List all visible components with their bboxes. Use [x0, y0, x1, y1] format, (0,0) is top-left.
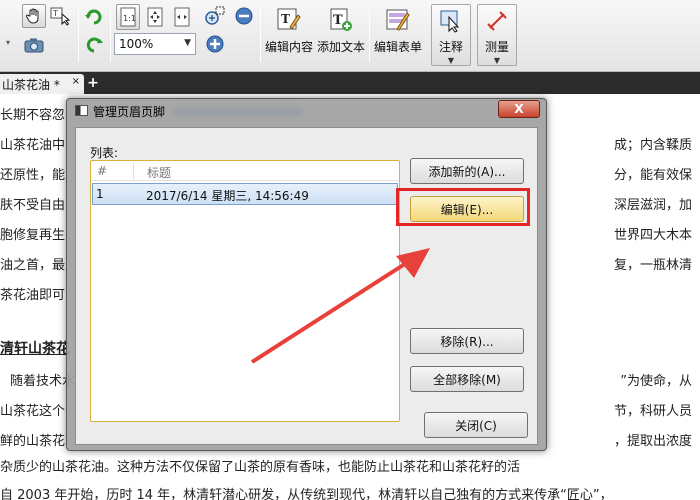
doc-text-line: 分，能有效保 — [613, 168, 692, 183]
add-text-button[interactable]: T 添加文本 — [316, 4, 366, 64]
zoom-out-button[interactable] — [232, 4, 256, 28]
marquee-zoom-button[interactable] — [202, 4, 228, 28]
annotate-button[interactable]: 注释 ▼ — [431, 4, 471, 66]
edit-form-label: 编辑表单 — [373, 40, 422, 54]
zoom-in-marquee-icon — [205, 6, 225, 25]
manage-header-footer-dialog: 管理页眉页脚 X 列表: # 标题 1 2017/6/14 星期三, 14:56… — [66, 98, 547, 451]
rotate-cw-icon — [85, 9, 102, 25]
edit-form-button[interactable]: 编辑表单 — [372, 4, 424, 64]
edit-content-label: 编辑内容 — [264, 40, 313, 54]
blurred-title-text — [173, 106, 304, 116]
doc-text-line: 杂质少的山茶花油。这种方法不仅保留了山茶的原有香味，也能防止山茶花和山茶花籽的活 — [0, 460, 521, 475]
doc-text-line: 成；内含鞣质 — [613, 138, 692, 153]
document-tab-bar: 山茶花油 * × + — [0, 72, 700, 94]
document-tab[interactable]: 山茶花油 * × — [0, 74, 84, 94]
add-new-button[interactable]: 添加新的(A)... — [410, 158, 524, 184]
new-tab-button[interactable]: + — [86, 75, 100, 91]
rotate-counterclockwise-button[interactable] — [82, 32, 106, 56]
actual-size-icon: 1:1 — [120, 7, 136, 27]
annotate-icon — [440, 10, 460, 33]
close-icon: X — [514, 102, 524, 116]
column-header-number[interactable]: # — [97, 164, 107, 178]
document-tab-title: 山茶花油 * — [2, 77, 60, 92]
select-text-button[interactable]: T — [48, 4, 74, 28]
doc-text-line: 自 2003 年开始，历时 14 年，林清轩潜心研发，从传统到现代，林清轩以自己… — [0, 488, 613, 500]
measure-icon — [487, 11, 507, 31]
svg-text:1:1: 1:1 — [123, 14, 136, 23]
list-item-title: 2017/6/14 星期三, 14:56:49 — [146, 189, 309, 203]
window-icon — [75, 105, 88, 116]
hand-icon — [25, 8, 39, 24]
zoom-in-button[interactable] — [203, 32, 227, 56]
doc-text-line: ”为使命，从 — [620, 374, 692, 389]
chevron-down-icon: ▼ — [447, 56, 455, 65]
dialog-titlebar[interactable]: 管理页眉页脚 — [67, 99, 546, 123]
zoom-level-value: 100% — [119, 37, 154, 51]
doc-text-line: 世界四大木本 — [613, 228, 692, 243]
edit-content-button[interactable]: T 编辑内容 — [264, 4, 314, 64]
list-label: 列表: — [90, 146, 119, 160]
header-footer-list[interactable]: # 标题 1 2017/6/14 星期三, 14:56:49 — [90, 160, 400, 422]
annotate-label: 注释 — [438, 40, 463, 54]
edit-content-icon: T — [277, 8, 301, 30]
rotate-clockwise-button[interactable] — [82, 4, 106, 28]
remove-button[interactable]: 移除(R)... — [410, 328, 524, 354]
fit-width-button[interactable] — [170, 4, 194, 30]
dialog-content: 列表: # 标题 1 2017/6/14 星期三, 14:56:49 添加新的(… — [75, 127, 538, 445]
snapshot-dropdown-arrow[interactable]: ▾ — [6, 38, 10, 47]
remove-all-button[interactable]: 全部移除(M) — [410, 366, 524, 392]
list-item-number: 1 — [96, 187, 104, 201]
close-button[interactable]: 关闭(C) — [424, 412, 528, 438]
measure-label: 测量 — [484, 40, 509, 54]
add-text-icon: T — [330, 8, 352, 31]
doc-text-line: 复，一瓶林清 — [613, 258, 692, 273]
fit-width-icon — [174, 7, 190, 27]
svg-text:T: T — [333, 13, 343, 28]
chevron-down-icon: ▼ — [184, 38, 191, 48]
snapshot-button[interactable] — [22, 34, 46, 56]
close-icon[interactable]: × — [72, 76, 80, 87]
list-item[interactable]: 1 2017/6/14 星期三, 14:56:49 — [92, 183, 398, 205]
dialog-close-button[interactable]: X — [498, 100, 540, 118]
zoom-out-icon — [235, 7, 253, 25]
add-text-label: 添加文本 — [316, 40, 365, 54]
dialog-title: 管理页眉页脚 — [93, 104, 166, 119]
measure-button[interactable]: 测量 ▼ — [477, 4, 517, 66]
svg-text:T: T — [52, 9, 58, 18]
zoom-level-select[interactable]: 100% ▼ — [114, 33, 196, 55]
main-toolbar: T ▾ 1:1 100% ▼ T 编辑内容 T 添加文本 编辑表单 注释 ▼ 测… — [0, 0, 700, 72]
chevron-down-icon: ▼ — [493, 56, 501, 65]
svg-text:T: T — [281, 12, 290, 26]
doc-text-line: ，提取出浓度 — [613, 434, 692, 449]
column-header-title[interactable]: 标题 — [147, 164, 171, 181]
edit-form-icon — [386, 9, 410, 31]
rotate-ccw-icon — [86, 37, 103, 53]
doc-text-line: 节，科研人员 — [613, 404, 692, 419]
fit-page-button[interactable] — [143, 4, 167, 30]
camera-icon — [24, 38, 44, 53]
doc-text-line: 深层滋润，加 — [613, 198, 692, 213]
zoom-in-icon — [206, 35, 224, 53]
hand-tool-button[interactable] — [22, 4, 46, 28]
list-header: # 标题 — [91, 161, 399, 181]
highlight-box — [396, 188, 530, 226]
pdf-editor-window: T ▾ 1:1 100% ▼ T 编辑内容 T 添加文本 编辑表单 注释 ▼ 测… — [0, 0, 700, 500]
select-text-icon: T — [50, 7, 71, 26]
actual-size-button[interactable]: 1:1 — [116, 4, 140, 30]
fit-page-icon — [147, 7, 163, 27]
